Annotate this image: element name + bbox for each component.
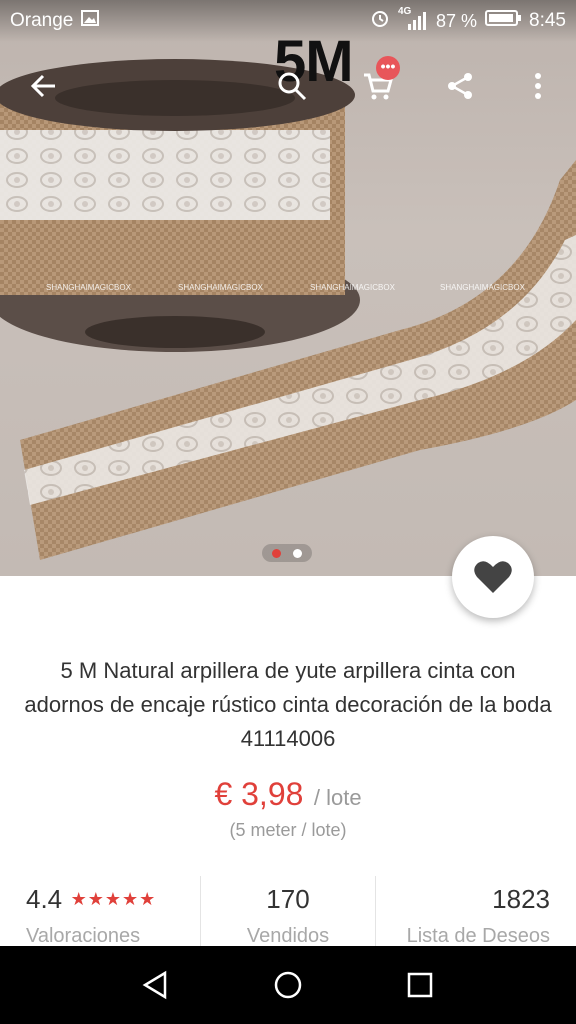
watermark-text: SHANGHAIMAGICBOX — [46, 283, 132, 292]
nav-home-button[interactable] — [264, 961, 312, 1009]
price-row: € 3,98 / lote — [0, 776, 576, 813]
pager-dot-active[interactable] — [272, 548, 281, 558]
battery-percent: 87 % — [435, 10, 478, 31]
wishlist-stat: 1823 Lista de Deseos — [375, 876, 576, 947]
more-options-button[interactable] — [516, 64, 560, 108]
back-button[interactable] — [22, 64, 66, 108]
wishlist-label: Lista de Deseos — [406, 925, 550, 947]
product-title: 5 M Natural arpillera de yute arpillera … — [24, 658, 552, 751]
price-unit: / lote — [313, 785, 362, 810]
sold-stat: 170 Vendidos — [200, 876, 375, 947]
square-recents-icon — [407, 972, 433, 998]
search-button[interactable] — [270, 64, 314, 108]
sold-count: 170 — [266, 884, 310, 914]
product-stats: 4.4 ★★★★★ Valoraciones 170 Vendidos 1823… — [0, 876, 576, 947]
rating-value: 4.4 — [26, 884, 63, 914]
rating-stars: ★★★★★ — [70, 889, 157, 909]
rating-stat[interactable]: 4.4 ★★★★★ Valoraciones — [0, 876, 200, 947]
search-icon — [278, 72, 307, 101]
clock: 8:45 — [529, 10, 566, 31]
share-icon — [448, 73, 472, 99]
carrier-name: Orange — [10, 10, 74, 31]
cart-badge: ••• — [376, 56, 400, 80]
watermark-text: SHANGHAIMAGICBOX — [440, 283, 526, 292]
product-price: € 3,98 — [214, 776, 304, 812]
share-button[interactable] — [438, 64, 482, 108]
image-notification-icon — [81, 9, 100, 33]
circle-home-icon — [274, 971, 302, 999]
wishlist-count: 1823 — [492, 884, 550, 914]
watermark-text: SHANGHAIMAGICBOX — [178, 283, 264, 292]
watermark-text: SHANGHAIMAGICBOX — [310, 283, 396, 292]
battery-icon — [485, 9, 522, 33]
system-navigation-bar — [0, 946, 576, 1024]
network-type: 4G — [397, 6, 412, 17]
back-arrow-icon — [30, 74, 55, 98]
more-vertical-icon — [535, 73, 541, 99]
sold-label: Vendidos — [246, 925, 330, 947]
nav-recents-button[interactable] — [396, 961, 444, 1009]
triangle-back-icon — [142, 970, 167, 1000]
pager-dot[interactable] — [293, 548, 302, 558]
image-pager[interactable] — [262, 544, 312, 562]
heart-icon — [474, 561, 512, 593]
lot-size: (5 meter / lote) — [229, 820, 347, 840]
add-to-wishlist-button[interactable] — [452, 536, 534, 618]
rating-label: Valoraciones — [26, 925, 141, 947]
nav-back-button[interactable] — [132, 961, 180, 1009]
alarm-icon — [370, 8, 390, 34]
signal-icon: 4G — [398, 6, 428, 32]
